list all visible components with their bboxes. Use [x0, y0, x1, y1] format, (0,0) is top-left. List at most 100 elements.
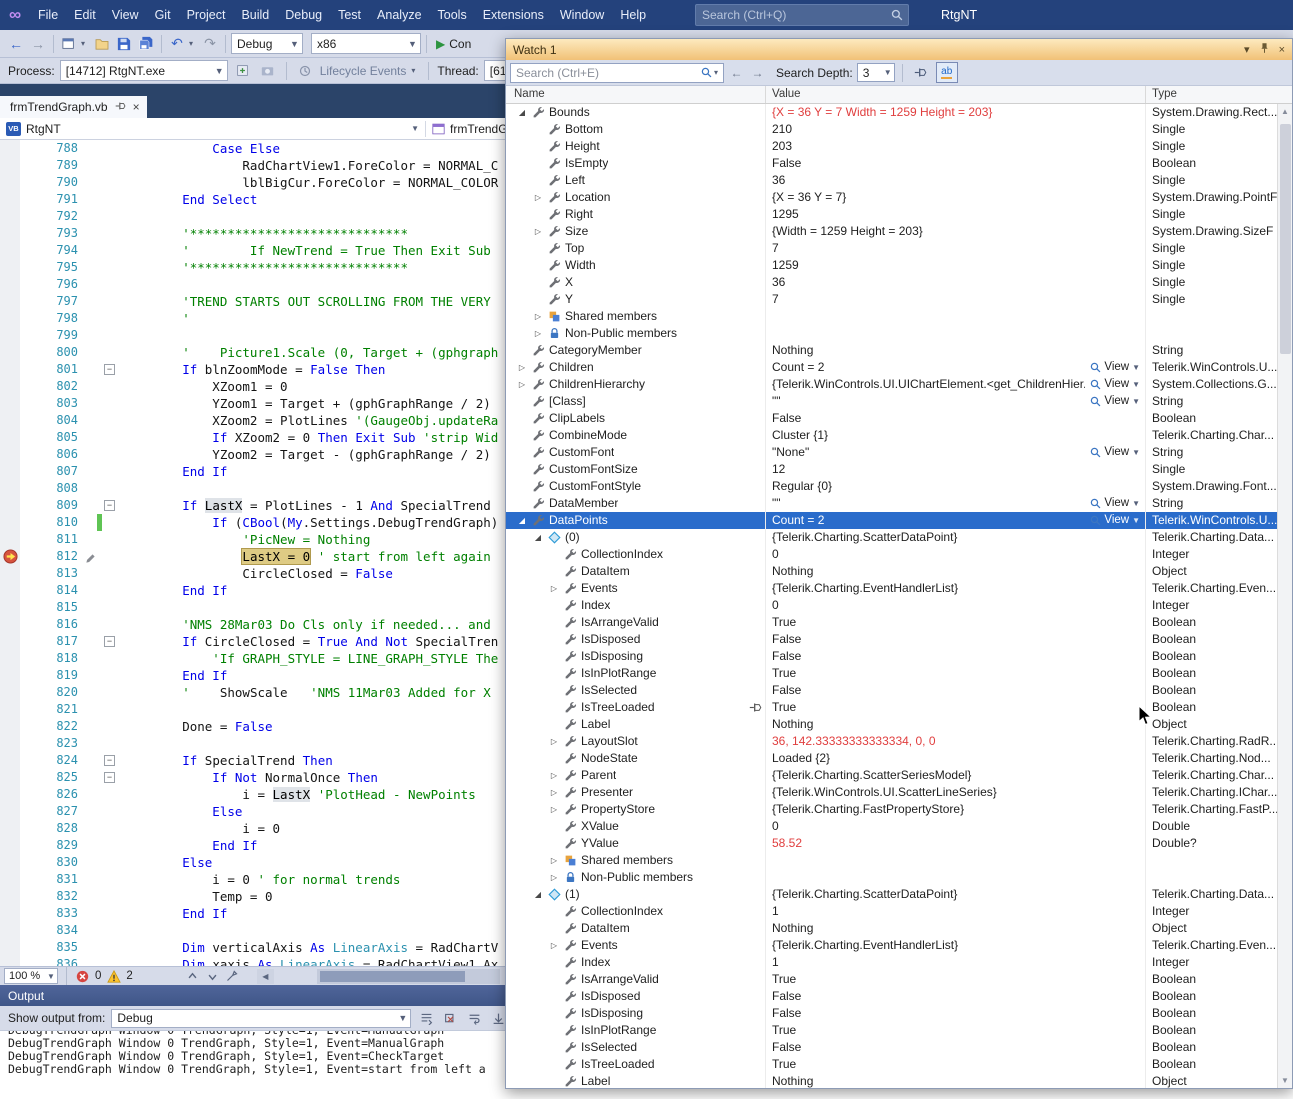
- error-icon[interactable]: [75, 969, 90, 983]
- column-header-type[interactable]: Type: [1146, 86, 1292, 103]
- watch-value-cell[interactable]: {Telerik.Charting.FastPropertyStore}: [766, 801, 1146, 818]
- quick-search-input[interactable]: [696, 8, 886, 22]
- menu-build[interactable]: Build: [233, 0, 277, 30]
- watch-value-cell[interactable]: {Telerik.Charting.EventHandlerList}: [766, 937, 1146, 954]
- view-button[interactable]: View▼: [1085, 359, 1143, 376]
- watch-value-cell[interactable]: Nothing: [766, 920, 1146, 937]
- view-button[interactable]: View▼: [1085, 495, 1143, 512]
- expand-icon[interactable]: ▷: [514, 376, 530, 393]
- watch-row-combinemode[interactable]: CombineModeCluster {1}Telerik.Charting.C…: [506, 427, 1277, 444]
- watch-row-index[interactable]: Index0Integer: [506, 597, 1277, 614]
- column-header-value[interactable]: Value: [766, 86, 1146, 103]
- navigate-back-icon[interactable]: ←: [6, 34, 26, 54]
- view-button[interactable]: View▼: [1085, 444, 1143, 461]
- search-prev-icon[interactable]: ←: [728, 66, 745, 80]
- watch-value-cell[interactable]: {X = 36 Y = 7 Width = 1259 Height = 203}: [766, 104, 1146, 121]
- watch-value-cell[interactable]: False: [766, 631, 1146, 648]
- watch-value-cell[interactable]: [766, 308, 1146, 325]
- watch-value-cell[interactable]: {X = 36 Y = 7}: [766, 189, 1146, 206]
- watch-value-cell[interactable]: True: [766, 1056, 1146, 1073]
- pin-properties-icon[interactable]: [910, 62, 932, 83]
- watch-row-class[interactable]: [Class]""View▼String: [506, 393, 1277, 410]
- horizontal-scrollbar[interactable]: [317, 969, 500, 984]
- expand-icon[interactable]: ▷: [530, 189, 546, 206]
- watch-value-cell[interactable]: True: [766, 614, 1146, 631]
- watch-row-isdisposing[interactable]: IsDisposingFalseBoolean: [506, 648, 1277, 665]
- navigate-forward-icon[interactable]: →: [28, 34, 48, 54]
- watch-value-cell[interactable]: False: [766, 1039, 1146, 1056]
- watch-row-customfontsize[interactable]: CustomFontSize12Single: [506, 461, 1277, 478]
- watch-row-datamember[interactable]: DataMember""View▼String: [506, 495, 1277, 512]
- watch-value-cell[interactable]: True: [766, 665, 1146, 682]
- watch-value-cell[interactable]: 36, 142.33333333333334, 0, 0: [766, 733, 1146, 750]
- watch-value-cell[interactable]: 203: [766, 138, 1146, 155]
- watch-value-cell[interactable]: 1: [766, 954, 1146, 971]
- watch-search-input[interactable]: [511, 66, 699, 80]
- watch-row-datapoints[interactable]: ◢DataPointsCount = 2View▼Telerik.WinCont…: [506, 512, 1277, 529]
- watch-value-cell[interactable]: [766, 852, 1146, 869]
- menu-view[interactable]: View: [104, 0, 147, 30]
- watch-row-index[interactable]: Index1Integer: [506, 954, 1277, 971]
- search-depth-combo[interactable]: 3▼: [857, 63, 895, 82]
- watch-value-cell[interactable]: ""View▼: [766, 495, 1146, 512]
- watch-row-xvalue[interactable]: XValue0Double: [506, 818, 1277, 835]
- pin-window-icon[interactable]: [1259, 42, 1270, 57]
- watch-row-location[interactable]: ▷Location{X = 36 Y = 7}System.Drawing.Po…: [506, 189, 1277, 206]
- watch-value-cell[interactable]: ""View▼: [766, 393, 1146, 410]
- watch-value-cell[interactable]: {Telerik.WinControls.UI.ScatterLineSerie…: [766, 784, 1146, 801]
- highlight-matches-icon[interactable]: ab: [936, 62, 958, 83]
- lifecycle-events-button[interactable]: Lifecycle Events: [320, 64, 407, 78]
- menu-extensions[interactable]: Extensions: [475, 0, 552, 30]
- watch-search-box[interactable]: ▾: [510, 63, 724, 83]
- watch-row-istreeloaded[interactable]: IsTreeLoadedTrueBoolean: [506, 1056, 1277, 1073]
- menu-project[interactable]: Project: [179, 0, 234, 30]
- expand-icon[interactable]: ▷: [546, 580, 562, 597]
- chevron-down-icon[interactable]: ▾: [81, 39, 90, 48]
- watch-value-cell[interactable]: Nothing: [766, 342, 1146, 359]
- chevron-down-icon[interactable]: ▾: [714, 68, 723, 77]
- watch-row-x[interactable]: X36Single: [506, 274, 1277, 291]
- watch-value-cell[interactable]: 210: [766, 121, 1146, 138]
- watch-value-cell[interactable]: 12: [766, 461, 1146, 478]
- watch-row-bounds[interactable]: ◢Bounds{X = 36 Y = 7 Width = 1259 Height…: [506, 104, 1277, 121]
- expand-icon[interactable]: ▷: [546, 869, 562, 886]
- watch-row-shared-members[interactable]: ▷Shared members: [506, 308, 1277, 325]
- view-button[interactable]: View▼: [1085, 512, 1143, 529]
- watch-value-cell[interactable]: Cluster {1}: [766, 427, 1146, 444]
- expand-icon[interactable]: ▷: [546, 767, 562, 784]
- collapse-icon[interactable]: ◢: [530, 529, 546, 546]
- continue-button[interactable]: ▶ Con: [432, 37, 475, 51]
- watch-row-isarrangevalid[interactable]: IsArrangeValidTrueBoolean: [506, 614, 1277, 631]
- save-all-icon[interactable]: [136, 34, 156, 54]
- watch-value-cell[interactable]: 1: [766, 903, 1146, 920]
- watch-row-label[interactable]: LabelNothingObject: [506, 1073, 1277, 1088]
- window-position-icon[interactable]: ▾: [1244, 43, 1250, 56]
- new-window-icon[interactable]: [59, 34, 79, 54]
- solution-configuration-combo[interactable]: Debug▼: [231, 33, 303, 54]
- watch-value-cell[interactable]: 0: [766, 818, 1146, 835]
- watch-row-isarrangevalid[interactable]: IsArrangeValidTrueBoolean: [506, 971, 1277, 988]
- watch-row-non-public-members[interactable]: ▷Non-Public members: [506, 325, 1277, 342]
- watch-value-cell[interactable]: 1295: [766, 206, 1146, 223]
- clear-all-icon[interactable]: [441, 1009, 459, 1027]
- goto-message-icon[interactable]: [417, 1009, 435, 1027]
- watch-row-layoutslot[interactable]: ▷LayoutSlot36, 142.33333333333334, 0, 0T…: [506, 733, 1277, 750]
- watch-value-cell[interactable]: [766, 869, 1146, 886]
- watch-row-width[interactable]: Width1259Single: [506, 257, 1277, 274]
- watch-row-isselected[interactable]: IsSelectedFalseBoolean: [506, 1039, 1277, 1056]
- watch-row-0[interactable]: ◢(0){Telerik.Charting.ScatterDataPoint}T…: [506, 529, 1277, 546]
- watch-row-isdisposing[interactable]: IsDisposingFalseBoolean: [506, 1005, 1277, 1022]
- watch-row-children[interactable]: ▷ChildrenCount = 2View▼Telerik.WinContro…: [506, 359, 1277, 376]
- close-window-icon[interactable]: ×: [1279, 44, 1285, 56]
- word-wrap-icon[interactable]: [465, 1009, 483, 1027]
- horizontal-scrollbar-thumb[interactable]: [320, 971, 465, 982]
- project-dropdown[interactable]: VB RtgNT ▼: [0, 118, 425, 139]
- view-button[interactable]: View▼: [1085, 393, 1143, 410]
- watch-row-dataitem[interactable]: DataItemNothingObject: [506, 920, 1277, 937]
- chevron-down-icon[interactable]: ▾: [411, 66, 420, 75]
- menu-window[interactable]: Window: [552, 0, 612, 30]
- code-cleanup-icon[interactable]: [225, 969, 240, 983]
- watch-row-customfontstyle[interactable]: CustomFontStyleRegular {0}System.Drawing…: [506, 478, 1277, 495]
- watch-row-isempty[interactable]: IsEmptyFalseBoolean: [506, 155, 1277, 172]
- watch-value-cell[interactable]: Nothing: [766, 1073, 1146, 1088]
